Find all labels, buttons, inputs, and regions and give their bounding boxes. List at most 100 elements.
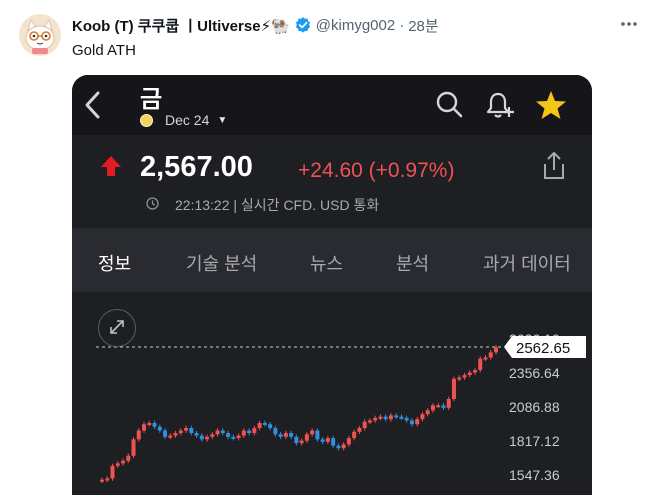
candle-body <box>147 422 152 425</box>
candle-body <box>494 347 498 353</box>
candle-body <box>278 434 283 437</box>
candle-body <box>294 436 299 444</box>
tab-news[interactable]: 뉴스 <box>310 250 343 276</box>
candle-body <box>441 405 446 408</box>
candle-body <box>131 439 136 456</box>
tab-history[interactable]: 과거 데이터 <box>483 250 571 276</box>
candle-body <box>483 357 488 360</box>
candle-body <box>462 375 467 378</box>
candle-body <box>136 430 141 440</box>
candle-body <box>409 420 414 425</box>
candle-body <box>341 444 346 449</box>
candle-body <box>157 426 162 431</box>
candle-body <box>184 428 189 431</box>
candle-body <box>325 438 330 442</box>
candle-body <box>430 405 435 411</box>
candle-body <box>420 414 425 420</box>
candle-body <box>252 428 257 434</box>
candle-body <box>488 352 493 358</box>
contract-selector[interactable]: Dec 24 ▼ <box>140 110 227 130</box>
more-options-icon[interactable] <box>619 16 639 32</box>
price-change: +24.60 (+0.97%) <box>298 159 455 182</box>
y-axis-label: 1817.12 <box>509 433 560 449</box>
candle-body <box>115 463 120 466</box>
caret-down-icon: ▼ <box>217 114 228 126</box>
clock-icon <box>146 197 159 210</box>
timestamp[interactable]: 28분 <box>408 15 439 36</box>
candle-body <box>331 438 336 446</box>
candle-body <box>142 424 147 431</box>
current-price-label: 2562.65 <box>516 340 570 357</box>
candle-body <box>126 455 131 461</box>
candle-body <box>446 399 451 408</box>
candle-body <box>220 430 225 434</box>
candle-body <box>357 428 362 432</box>
candle-body <box>472 370 477 373</box>
candle-body <box>457 377 462 380</box>
tweet-text: Gold ATH <box>72 42 136 59</box>
candle-body <box>320 439 325 442</box>
candle-body <box>189 428 194 434</box>
tab-bar: 정보 기술 분석 뉴스 분석 과거 데이터 <box>72 228 592 292</box>
candle-body <box>168 435 173 438</box>
candle-body <box>383 416 388 420</box>
price-chart[interactable]: 2626.102356.642086.881817.121547.362562.… <box>72 292 592 495</box>
candle-body <box>121 460 126 464</box>
candle-body <box>105 478 110 481</box>
candle-body <box>194 433 199 436</box>
candle-body <box>388 415 393 420</box>
candle-body <box>199 435 204 440</box>
handle[interactable]: @kimyg002 <box>316 17 395 34</box>
search-icon[interactable] <box>434 89 464 119</box>
candle-body <box>289 433 294 437</box>
candle-body <box>241 430 246 436</box>
expand-icon[interactable] <box>98 309 136 347</box>
candle-body <box>373 417 378 421</box>
candlestick-chart: 2626.102356.642086.881817.121547.362562.… <box>96 331 586 484</box>
candle-body <box>399 416 404 419</box>
candle-body <box>273 428 278 435</box>
instrument-title: 금 <box>140 86 163 113</box>
attached-image[interactable]: 금 Dec 24 ▼ 2,567.00 +24.60 (+0.97%) 22:1… <box>72 75 592 495</box>
price-up-arrow-icon <box>101 156 121 176</box>
avatar[interactable] <box>19 14 61 56</box>
back-chevron-icon[interactable] <box>82 89 104 121</box>
share-icon[interactable] <box>542 151 566 181</box>
candle-body <box>178 430 183 434</box>
candle-body <box>336 445 341 449</box>
candle-body <box>310 430 315 435</box>
candle-body <box>231 436 236 439</box>
y-axis-label: 2356.64 <box>509 365 560 381</box>
tab-technical[interactable]: 기술 분석 <box>186 250 257 276</box>
star-icon[interactable] <box>534 89 568 121</box>
tab-info[interactable]: 정보 <box>98 250 131 276</box>
candle-body <box>247 430 252 434</box>
separator-dot: · <box>399 16 405 34</box>
y-axis-label: 2086.88 <box>509 399 560 415</box>
candle-body <box>262 422 267 425</box>
candle-body <box>268 424 273 429</box>
candle-body <box>236 435 241 439</box>
display-name[interactable]: Koob (T) 쿠쿠쿱 ㅣUltiverse⚡🐏 <box>72 15 290 36</box>
candle-body <box>152 422 157 427</box>
bell-plus-icon[interactable] <box>484 89 516 121</box>
candle-body <box>304 434 309 441</box>
tab-analysis[interactable]: 분석 <box>396 250 429 276</box>
tweet-header: Koob (T) 쿠쿠쿱 ㅣUltiverse⚡🐏 @kimyg002 · 28… <box>72 14 439 36</box>
candle-body <box>378 416 383 419</box>
coin-icon <box>140 113 153 127</box>
candle-body <box>283 433 288 437</box>
candle-body <box>257 422 262 429</box>
candle-body <box>346 438 351 445</box>
last-price: 2,567.00 <box>140 151 253 183</box>
candle-body <box>467 372 472 376</box>
candle-body <box>394 415 399 418</box>
verified-badge-icon <box>295 17 310 33</box>
candle-body <box>425 410 430 415</box>
candle-body <box>315 430 320 440</box>
candle-body <box>173 433 178 436</box>
candle-body <box>205 436 210 440</box>
candle-body <box>478 358 483 371</box>
candle-body <box>415 419 420 425</box>
candle-body <box>110 465 115 479</box>
